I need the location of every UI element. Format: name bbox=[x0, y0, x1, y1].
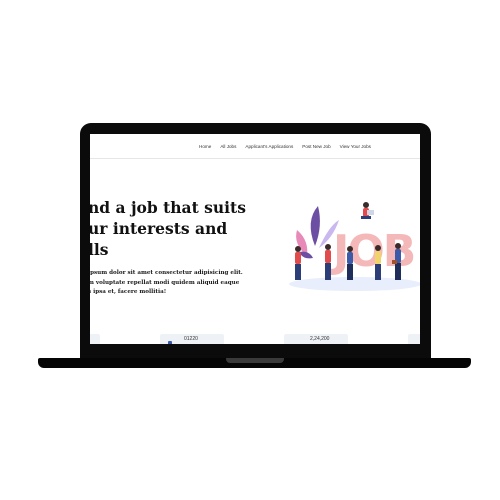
top-navbar: Home All Jobs Applicant's Applications P… bbox=[90, 134, 420, 159]
nav-link-post-new-job[interactable]: Post New Job bbox=[302, 144, 330, 149]
stat-value: 01220 bbox=[184, 336, 198, 342]
stat-card: 2,24,200 bbox=[284, 334, 348, 344]
stat-value: 2,24,200 bbox=[310, 336, 330, 342]
hero-description-line: m voluptate repellat modi quidem aliquid… bbox=[90, 279, 240, 286]
hero-title-line: ur interests and bbox=[90, 219, 228, 238]
job-letters: JOB bbox=[330, 226, 414, 277]
stat-card bbox=[90, 334, 100, 344]
hero-title: nd a job that suits ur interests and lls bbox=[90, 197, 248, 260]
nav-link-applicants-applications[interactable]: Applicant's Applications bbox=[245, 144, 293, 149]
hero-title-line: lls bbox=[90, 240, 109, 259]
job-search-illustration: JOB bbox=[289, 202, 420, 291]
nav-link-view-your-jobs[interactable]: View Your Jobs bbox=[340, 144, 371, 149]
hero-title-line: nd a job that suits bbox=[90, 198, 246, 217]
person-icon bbox=[347, 246, 353, 280]
laptop-base-notch bbox=[226, 358, 284, 363]
nav-link-home[interactable]: Home bbox=[199, 144, 211, 149]
person-icon bbox=[325, 244, 331, 280]
stat-icon bbox=[168, 341, 172, 344]
laptop-screen: Home All Jobs Applicant's Applications P… bbox=[90, 134, 420, 344]
hero-description-line: s ipsa et, facere mollitia! bbox=[90, 289, 167, 295]
hero-description: ipsum dolor sit amet consectetur adipisi… bbox=[90, 269, 253, 298]
nav-link-all-jobs[interactable]: All Jobs bbox=[220, 144, 236, 149]
stat-card: 01220 bbox=[160, 334, 224, 344]
person-icon bbox=[295, 246, 301, 280]
person-sitting-icon bbox=[361, 202, 374, 219]
stat-card bbox=[408, 334, 420, 344]
hero-description-line: ipsum dolor sit amet consectetur adipisi… bbox=[90, 270, 243, 276]
